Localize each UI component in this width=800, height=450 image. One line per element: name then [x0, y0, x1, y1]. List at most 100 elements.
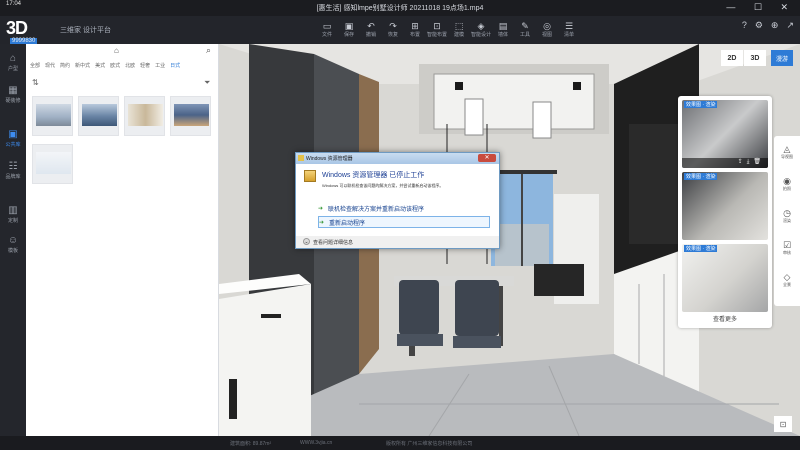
mini-label: 拍照 [783, 186, 791, 191]
toolbar-button-2[interactable]: ↶ 撤销 [360, 18, 382, 42]
render-actions[interactable]: ⇪⤓🗑 [682, 158, 768, 168]
company-url: WWW.3vjia.cn [300, 440, 333, 446]
vr-icon: ◇ [783, 272, 791, 282]
toolbar-button-label: 智能设计 [470, 32, 491, 38]
help-icon[interactable]: ? [742, 20, 747, 31]
toolbar-button-5[interactable]: ⊡ 智能布置 [426, 18, 448, 42]
see-more-link[interactable]: 查看更多 [682, 314, 768, 323]
category-tab[interactable]: 北欧 [125, 62, 135, 69]
rail-item-brand-library[interactable]: ☷ 品牌库 [0, 156, 26, 186]
rail-item-custom[interactable]: ▥ 定制 [0, 200, 26, 230]
toolbar-button-8[interactable]: ▤ 墙体 [492, 18, 514, 42]
undo-icon: ↶ [367, 21, 375, 31]
dialog-heading: Windows 资源管理器 已停止工作 [322, 172, 425, 179]
toolbar-button-9[interactable]: ✎ 工具 [514, 18, 536, 42]
mini-label: 审核 [783, 250, 791, 255]
cube-view-button[interactable]: ⊡ [774, 416, 792, 432]
toolbar-button-4[interactable]: ⊞ 布置 [404, 18, 426, 42]
history-icon: ◷ [783, 208, 791, 218]
toolbar-tools: ▭ 文件 ▣ 保存 ↶ 撤销 ↷ 恢复 ⊞ 布置 ⊡ 智能布置 ⬚ 建模 ◈ 智能设计 ▤ 墙体 ✎ 工具 ◎ 视图 ☰ 清单 [316, 18, 580, 42]
mini-item-navigator[interactable]: ◬ 导视图 [774, 140, 800, 164]
category-tab[interactable]: 现代 [45, 62, 55, 69]
view-2d-button[interactable]: 2D [721, 50, 743, 66]
view-icon: ◎ [543, 21, 551, 31]
error-dialog: Windows 资源管理器 ✕ Windows 资源管理器 已停止工作 Wind… [295, 152, 500, 249]
rail-item-hard-decor[interactable]: ▦ 硬装修 [0, 80, 26, 110]
toolbar-button-1[interactable]: ▣ 保存 [338, 18, 360, 42]
toolbar-button-3[interactable]: ↷ 恢复 [382, 18, 404, 42]
window-controls[interactable]: — ☐ ✕ [726, 2, 796, 13]
account-icon[interactable]: ⊕ [771, 20, 779, 31]
folder-icon [304, 170, 316, 182]
rail-item-public-library[interactable]: ▣ 公共库 [0, 124, 26, 154]
toolbar-button-label: 保存 [343, 32, 354, 38]
rail-label: 硬装修 [5, 98, 21, 104]
library-thumb[interactable] [32, 96, 73, 136]
platform-subtitle: 三维家 设计平台 [60, 27, 111, 34]
toolbar-button-11[interactable]: ☰ 清单 [558, 18, 580, 42]
category-tab[interactable]: 轻奢 [140, 62, 150, 69]
rail-item-template[interactable]: ☺ 模板 [0, 230, 26, 260]
ai-layout-icon: ⊡ [433, 21, 441, 31]
category-tab[interactable]: 欧式 [110, 62, 120, 69]
walkthrough-button[interactable]: 漫游 [771, 50, 793, 66]
left-rail: ⌂ 户型 ▦ 硬装修 ▣ 公共库 ☷ 品牌库 ▥ 定制 ☺ 模板 [0, 44, 26, 436]
toolbar-button-7[interactable]: ◈ 智能设计 [470, 18, 492, 42]
category-tab[interactable]: 美式 [95, 62, 105, 69]
window-title: [惠生活] 感知lmpe别墅设计师 20211018 19点场1.mp4 [316, 5, 484, 12]
library-thumb[interactable] [32, 144, 73, 184]
view-details-link[interactable]: 查看问题详细信息 [313, 239, 353, 246]
home-icon[interactable]: ⌂ [114, 46, 119, 55]
check-online-option[interactable]: ➜ 联机检查解决方案并重新启动该程序 [318, 202, 490, 214]
panel-header: ⌂ ⌕ [26, 44, 219, 58]
rail-label: 户型 [7, 66, 18, 72]
toolbar-button-0[interactable]: ▭ 文件 [316, 18, 338, 42]
view-3d-button[interactable]: 3D [744, 50, 766, 66]
toolbar-button-10[interactable]: ◎ 视图 [536, 18, 558, 42]
render-tag: 效果图 · 渲染 [684, 245, 718, 252]
navigator-icon: ◬ [783, 144, 791, 154]
check-icon: ☑ [782, 240, 792, 250]
rail-item-floorplan[interactable]: ⌂ 户型 [0, 48, 26, 78]
toolbar-button-label: 建模 [453, 32, 464, 38]
library-thumb[interactable] [78, 96, 119, 136]
mini-item-review[interactable]: ☑ 审核 [774, 236, 800, 260]
toolbar-button-label: 撤销 [365, 32, 376, 38]
category-tab[interactable]: 新中式 [75, 62, 90, 69]
app-screen: 17:04 [惠生活] 感知lmpe别墅设计师 20211018 19点场1.m… [0, 0, 800, 450]
search-icon[interactable]: ⌕ [206, 45, 211, 56]
home-icon: ⌂ [9, 53, 17, 64]
library-thumb[interactable] [124, 96, 165, 136]
category-tab[interactable]: 工业 [155, 62, 165, 69]
chevron-down-icon[interactable]: ⌄ [303, 238, 310, 245]
category-tab[interactable]: 日式 [170, 62, 180, 69]
custom-icon: ▥ [8, 205, 18, 216]
redo-icon: ↷ [389, 21, 397, 31]
sort-icon[interactable]: ⇅ [32, 78, 39, 87]
category-tab[interactable]: 全部 [30, 62, 40, 69]
toolbar-button-6[interactable]: ⬚ 建模 [448, 18, 470, 42]
floor-area: 建筑面积: 89.87m² [230, 441, 272, 447]
mini-item-render[interactable]: ◷ 渲染 [774, 204, 800, 228]
render-card[interactable]: 效果图 · 渲染 [682, 244, 768, 312]
render-card[interactable]: 效果图 · 渲染 [682, 172, 768, 240]
mini-item-camera[interactable]: ◉ 拍照 [774, 172, 800, 196]
thumb-image [36, 104, 71, 126]
settings-icon[interactable]: ⚙ [755, 20, 763, 31]
rail-label: 模板 [7, 248, 18, 254]
toolbar-button-label: 工具 [519, 32, 530, 38]
dialog-title-bar: Windows 资源管理器 ✕ [296, 153, 499, 164]
restart-program-option[interactable]: ➜ 重新启动程序 [318, 216, 490, 228]
mini-item-panorama[interactable]: ◇ 全景 [774, 268, 800, 292]
toolbar-button-label: 视图 [541, 32, 552, 38]
tools-icon: ✎ [521, 21, 529, 31]
render-card[interactable]: 效果图 · 渲染 ⇪⤓🗑 [682, 100, 768, 168]
library-thumb[interactable] [170, 96, 211, 136]
mini-label: 渲染 [783, 218, 791, 223]
share-icon[interactable]: ↗ [786, 20, 794, 31]
dialog-close-button[interactable]: ✕ [478, 154, 496, 162]
toolbar-button-label: 布置 [409, 32, 420, 38]
dialog-footer: ⌄ 查看问题详细信息 [296, 236, 499, 248]
filter-icon[interactable]: ⏷ [204, 78, 210, 88]
category-tab[interactable]: 简约 [60, 62, 70, 69]
